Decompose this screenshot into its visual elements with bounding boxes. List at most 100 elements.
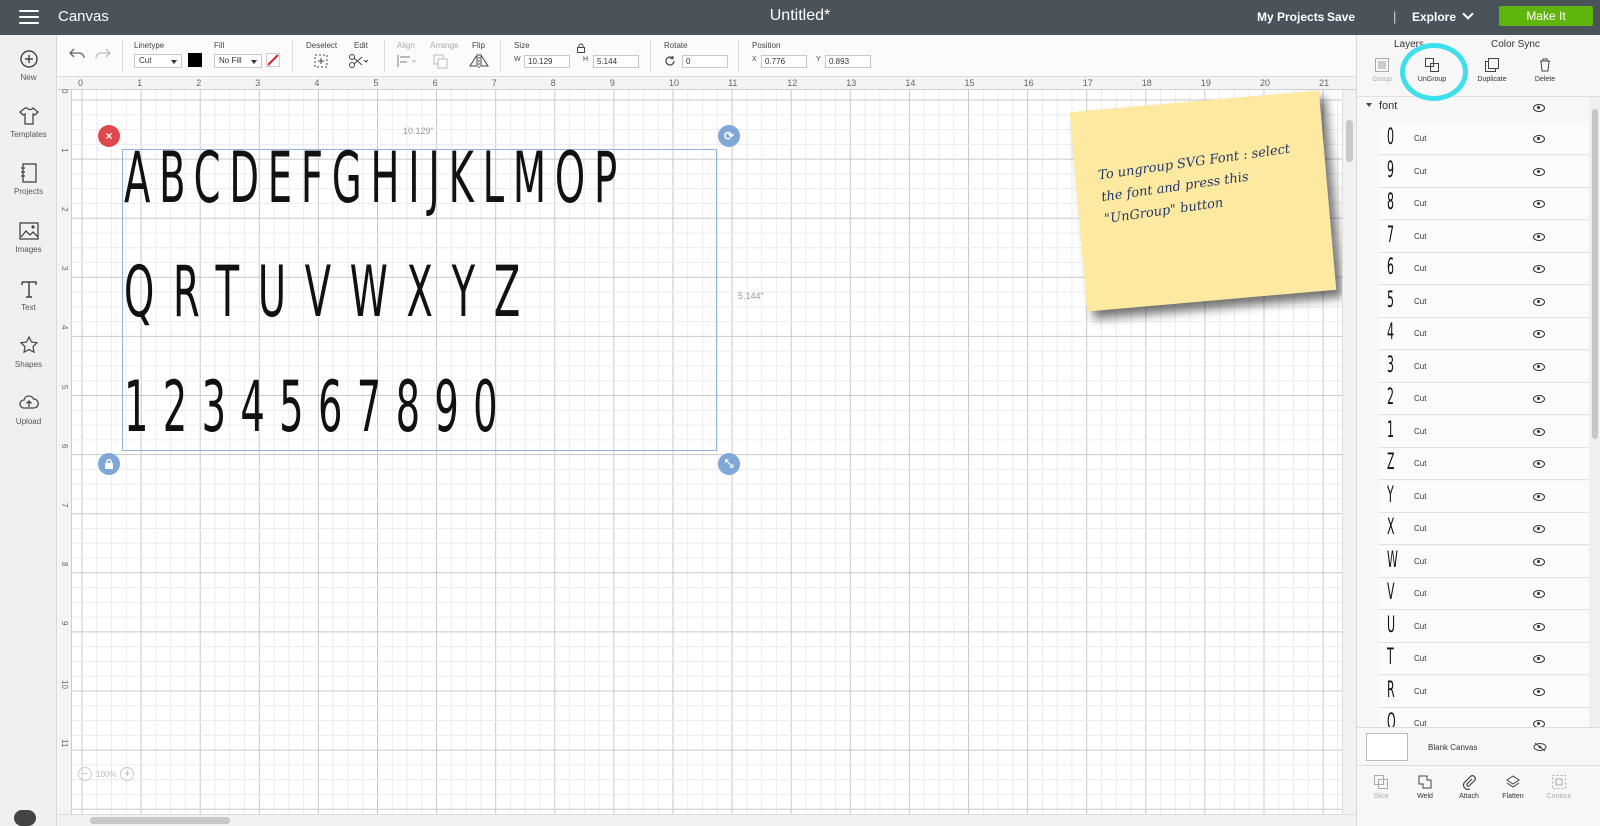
layer-type-label: Cut: [1414, 166, 1427, 176]
eye-icon[interactable]: [1533, 460, 1545, 468]
rotate-label: Rotate: [664, 41, 688, 50]
layer-row[interactable]: 8 Cut: [1379, 188, 1589, 220]
eye-icon[interactable]: [1533, 557, 1545, 566]
flatten-button[interactable]: Flatten: [1491, 774, 1535, 800]
tab-color-sync[interactable]: Color Sync: [1491, 39, 1540, 50]
eye-icon[interactable]: [1533, 167, 1545, 176]
eye-icon[interactable]: [1533, 427, 1545, 436]
blank-canvas-row[interactable]: Blank Canvas: [1357, 727, 1600, 765]
scissors-icon[interactable]: [348, 53, 370, 69]
attach-button[interactable]: Attach: [1447, 774, 1491, 800]
layer-row[interactable]: V Cut: [1379, 578, 1589, 610]
eye-hidden-icon[interactable]: [1533, 742, 1547, 752]
eye-icon[interactable]: [1533, 265, 1545, 273]
layer-row[interactable]: Z Cut: [1379, 448, 1589, 480]
scrollbar-thumb[interactable]: [1346, 120, 1353, 162]
lock-aspect-icon[interactable]: [576, 43, 586, 53]
no-fill-swatch-icon[interactable]: [266, 53, 280, 67]
eye-icon[interactable]: [1533, 200, 1545, 208]
eye-icon[interactable]: [1533, 720, 1545, 727]
eye-icon[interactable]: [1533, 590, 1545, 598]
glyph-row-letters-2[interactable]: QRTUVWXYZ: [124, 257, 539, 327]
position-y-input[interactable]: 0.893: [825, 55, 871, 68]
blank-canvas-swatch[interactable]: [1366, 733, 1408, 761]
layer-row[interactable]: T Cut: [1379, 643, 1589, 675]
layer-row[interactable]: 5 Cut: [1379, 285, 1589, 318]
layers-scrollbar[interactable]: [1589, 97, 1600, 727]
sidebar-item-text[interactable]: Text: [0, 278, 57, 312]
undo-icon[interactable]: [68, 47, 86, 61]
sidebar-item-shapes[interactable]: Shapes: [0, 335, 57, 369]
selection-width-label: 10.129": [403, 126, 434, 136]
eye-icon[interactable]: [1533, 330, 1545, 338]
layer-group-font[interactable]: font: [1357, 97, 1589, 119]
caret-down-icon[interactable]: [1366, 103, 1372, 107]
linetype-color-swatch[interactable]: [188, 53, 202, 67]
scrollbar-thumb[interactable]: [1592, 109, 1598, 439]
layer-row[interactable]: 0 Cut: [1379, 123, 1589, 155]
canvas-horizontal-scrollbar[interactable]: [58, 814, 1356, 826]
glyph-row-numbers[interactable]: 1234567890: [124, 372, 512, 442]
size-height-input[interactable]: 5.144: [593, 55, 639, 68]
eye-icon[interactable]: [1533, 492, 1545, 501]
chat-icon[interactable]: [14, 810, 36, 826]
layer-row[interactable]: 2 Cut: [1379, 383, 1589, 415]
document-title[interactable]: Untitled*: [770, 7, 830, 24]
canvas-vertical-scrollbar[interactable]: [1342, 90, 1356, 814]
lock-handle-icon[interactable]: [98, 453, 120, 475]
layers-list[interactable]: font 0 Cut 9 Cut 8 Cut 7 Cut 6 Cut 5 Cut 4 Cut 3 Cut 2 Cu…: [1357, 97, 1589, 727]
eye-icon[interactable]: [1533, 395, 1545, 403]
eye-icon[interactable]: [1533, 655, 1545, 663]
layer-row[interactable]: W Cut: [1379, 545, 1589, 578]
scrollbar-thumb[interactable]: [90, 817, 230, 824]
design-canvas[interactable]: 0 1 2 3 4 5 6 7 8 9 10 11 12 13 14 15 16 17 18 19 20 21 01234…: [58, 77, 1356, 814]
layer-row[interactable]: X Cut: [1379, 513, 1589, 545]
save-link[interactable]: Save: [1327, 10, 1355, 24]
sidebar-item-projects[interactable]: Projects: [0, 162, 57, 196]
explore-menu[interactable]: Explore: [1412, 10, 1456, 24]
layer-row[interactable]: Q Cut: [1379, 708, 1589, 727]
layer-row[interactable]: 4 Cut: [1379, 318, 1589, 350]
make-it-button[interactable]: Make It: [1499, 6, 1593, 26]
eye-icon[interactable]: [1533, 622, 1545, 631]
sidebar-item-upload[interactable]: Upload: [0, 392, 57, 426]
position-x-input[interactable]: 0.776: [761, 55, 807, 68]
eye-icon[interactable]: [1533, 687, 1545, 696]
fill-select[interactable]: No Fill: [214, 54, 262, 68]
layer-row[interactable]: U Cut: [1379, 610, 1589, 643]
chevron-down-icon[interactable]: [1462, 8, 1474, 20]
eye-icon[interactable]: [1533, 104, 1545, 112]
delete-button[interactable]: Delete: [1520, 57, 1570, 83]
eye-icon[interactable]: [1533, 362, 1545, 371]
eye-icon[interactable]: [1533, 297, 1545, 306]
resize-handle-icon[interactable]: ⤡: [718, 453, 740, 475]
my-projects-link[interactable]: My Projects: [1257, 10, 1324, 24]
linetype-select[interactable]: Cut: [134, 54, 182, 68]
duplicate-button[interactable]: Duplicate: [1467, 57, 1517, 83]
eye-icon[interactable]: [1533, 135, 1545, 143]
rotate-input[interactable]: 0: [682, 55, 728, 68]
weld-button[interactable]: Weld: [1403, 774, 1447, 800]
eye-icon[interactable]: [1533, 232, 1545, 241]
sidebar-item-templates[interactable]: Templates: [0, 105, 57, 139]
redo-icon[interactable]: [94, 47, 112, 61]
layer-row[interactable]: 3 Cut: [1379, 350, 1589, 383]
zoom-in-button[interactable]: +: [120, 767, 135, 781]
sidebar-item-images[interactable]: Images: [0, 220, 57, 254]
delete-handle-icon[interactable]: ×: [98, 125, 120, 147]
rotate-handle-icon[interactable]: ⟳: [718, 125, 740, 147]
layer-row[interactable]: Y Cut: [1379, 480, 1589, 513]
layer-row[interactable]: R Cut: [1379, 675, 1589, 708]
layer-row[interactable]: 7 Cut: [1379, 220, 1589, 253]
sidebar-item-new[interactable]: New: [0, 48, 57, 82]
deselect-icon[interactable]: [313, 53, 329, 69]
layer-row[interactable]: 1 Cut: [1379, 415, 1589, 448]
size-width-input[interactable]: 10.129: [524, 55, 570, 68]
eye-icon[interactable]: [1533, 525, 1545, 533]
hamburger-menu-icon[interactable]: [19, 10, 39, 24]
glyph-row-letters-1[interactable]: ABCDEFGHIJKLMOP: [124, 143, 626, 213]
zoom-out-button[interactable]: −: [78, 767, 92, 781]
layer-row[interactable]: 6 Cut: [1379, 253, 1589, 285]
layer-row[interactable]: 9 Cut: [1379, 155, 1589, 188]
flip-icon[interactable]: [468, 53, 492, 69]
